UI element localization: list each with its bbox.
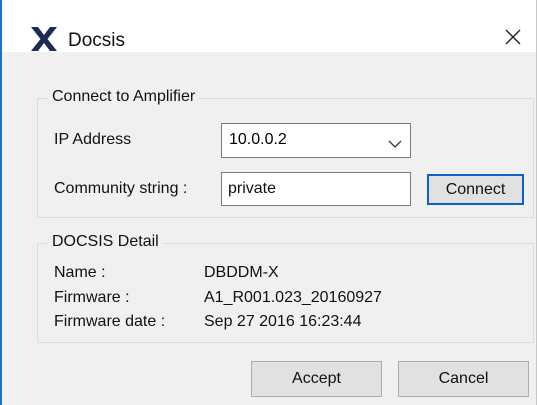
x-logo-icon xyxy=(30,26,58,52)
cancel-button[interactable]: Cancel xyxy=(398,361,529,397)
connect-button[interactable]: Connect xyxy=(427,174,524,205)
close-button[interactable] xyxy=(490,20,536,54)
community-string-input[interactable] xyxy=(221,172,411,206)
name-label: Name : xyxy=(54,264,106,281)
docsis-detail-group-title: DOCSIS Detail xyxy=(48,233,163,251)
close-icon xyxy=(505,29,521,45)
ip-address-value: 10.0.0.2 xyxy=(229,131,287,148)
connect-group-title: Connect to Amplifier xyxy=(48,88,200,106)
ip-address-select[interactable]: 10.0.0.2 xyxy=(221,123,411,158)
name-value: DBDDM-X xyxy=(204,264,279,281)
accept-button[interactable]: Accept xyxy=(251,361,382,397)
firmware-date-label: Firmware date : xyxy=(54,313,166,330)
chevron-down-icon xyxy=(388,136,402,154)
community-string-label: Community string : xyxy=(54,180,188,197)
ip-address-label: IP Address xyxy=(54,131,132,148)
window-title: Docsis xyxy=(68,30,126,51)
title-bar: Docsis xyxy=(2,0,536,52)
firmware-label: Firmware : xyxy=(54,289,130,306)
docsis-dialog: Docsis Connect to Amplifier IP Address 1… xyxy=(0,0,537,405)
firmware-date-value: Sep 27 2016 16:23:44 xyxy=(204,313,362,330)
firmware-value: A1_R001.023_20160927 xyxy=(204,289,382,306)
